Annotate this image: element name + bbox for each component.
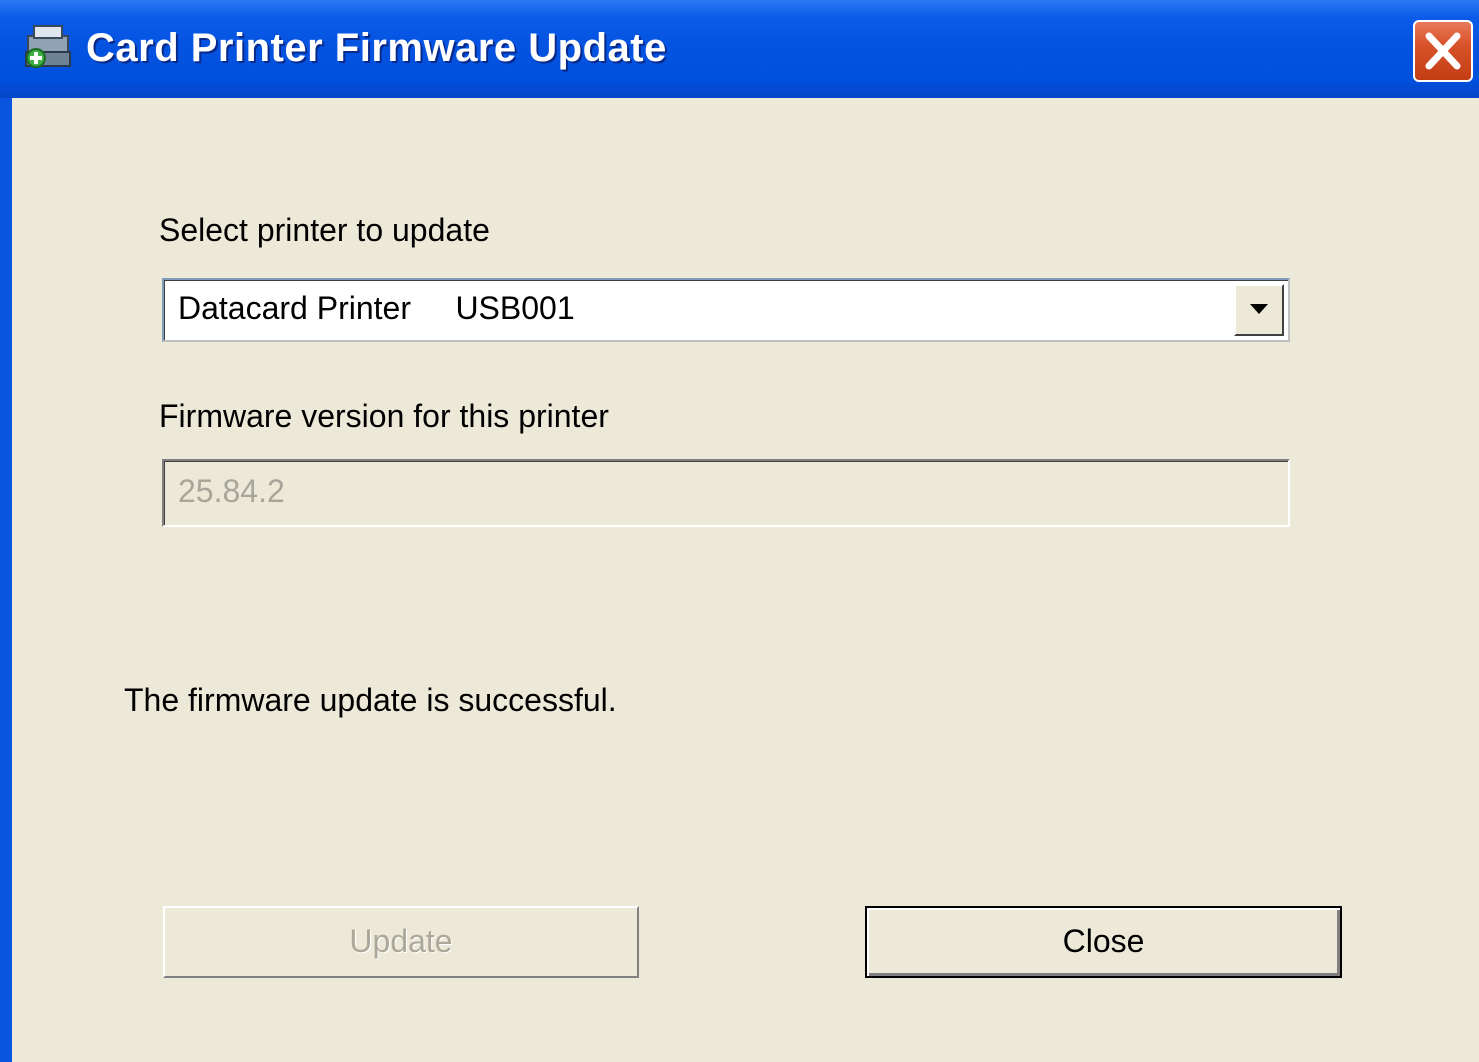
printer-select-value: Datacard Printer USB001 bbox=[178, 290, 575, 326]
title-bar[interactable]: Card Printer Firmware Update bbox=[0, 0, 1479, 98]
printer-update-icon bbox=[22, 22, 74, 74]
printer-select-label: Select printer to update bbox=[159, 212, 490, 248]
close-button[interactable]: Close bbox=[865, 906, 1342, 978]
update-button[interactable]: Update bbox=[163, 906, 639, 978]
firmware-version-field: 25.84.2 bbox=[162, 459, 1290, 527]
firmware-version-value: 25.84.2 bbox=[178, 473, 285, 509]
dropdown-arrow-button[interactable] bbox=[1234, 284, 1284, 336]
status-message: The firmware update is successful. bbox=[124, 682, 617, 718]
firmware-update-dialog: Card Printer Firmware Update Select prin… bbox=[0, 0, 1479, 1062]
close-window-button[interactable] bbox=[1413, 20, 1473, 82]
printer-select-dropdown[interactable]: Datacard Printer USB001 bbox=[162, 278, 1290, 342]
firmware-version-label: Firmware version for this printer bbox=[159, 398, 609, 434]
window-title: Card Printer Firmware Update bbox=[86, 26, 667, 70]
